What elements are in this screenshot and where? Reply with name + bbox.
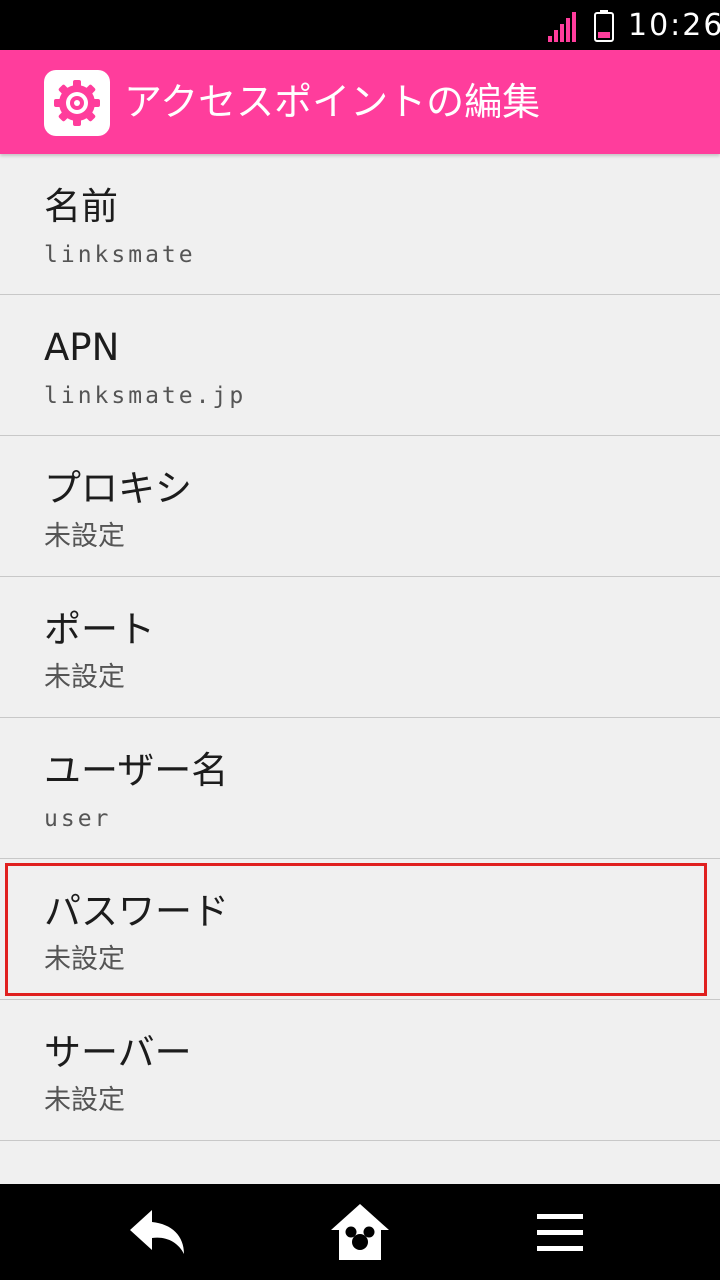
item-value: 未設定 [44,662,125,693]
list-item-port[interactable]: ポート 未設定 [0,577,720,718]
item-title: ポート [44,608,155,651]
page-title: アクセスポイントの編集 [124,80,541,124]
menu-icon [537,1214,583,1251]
item-value: 未設定 [44,944,125,975]
back-button[interactable] [122,1198,192,1268]
item-value: linksmate [44,242,196,268]
home-button[interactable] [325,1198,395,1268]
item-title: 名前 [44,185,118,228]
app-bar: アクセスポイントの編集 [0,50,720,154]
item-title: サーバー [44,1031,192,1074]
item-title: パスワード [44,890,229,933]
list-item-server[interactable]: サーバー 未設定 [0,1000,720,1141]
item-title: プロキシ [44,467,192,510]
navigation-bar [0,1184,720,1280]
apn-settings-list: 名前 linksmate APN linksmate.jp プロキシ 未設定 ポ… [0,154,720,1141]
back-arrow-icon [130,1210,184,1254]
list-item-name[interactable]: 名前 linksmate [0,154,720,295]
item-title: APN [44,326,120,369]
status-bar: 10:26 [0,0,720,50]
item-title: ユーザー名 [44,749,229,792]
menu-button[interactable] [525,1198,595,1268]
cell-signal-icon [548,12,576,42]
status-clock: 10:26 [628,8,720,43]
list-item-username[interactable]: ユーザー名 user [0,718,720,859]
item-value: linksmate.jp [44,383,247,409]
list-item-password[interactable]: パスワード 未設定 [0,859,720,1000]
list-item-apn[interactable]: APN linksmate.jp [0,295,720,436]
home-mouse-icon [331,1204,389,1260]
settings-gear-icon [44,70,110,136]
item-value: 未設定 [44,521,125,552]
list-item-proxy[interactable]: プロキシ 未設定 [0,436,720,577]
battery-low-icon [594,10,614,42]
item-value: user [44,806,112,832]
item-value: 未設定 [44,1085,125,1116]
